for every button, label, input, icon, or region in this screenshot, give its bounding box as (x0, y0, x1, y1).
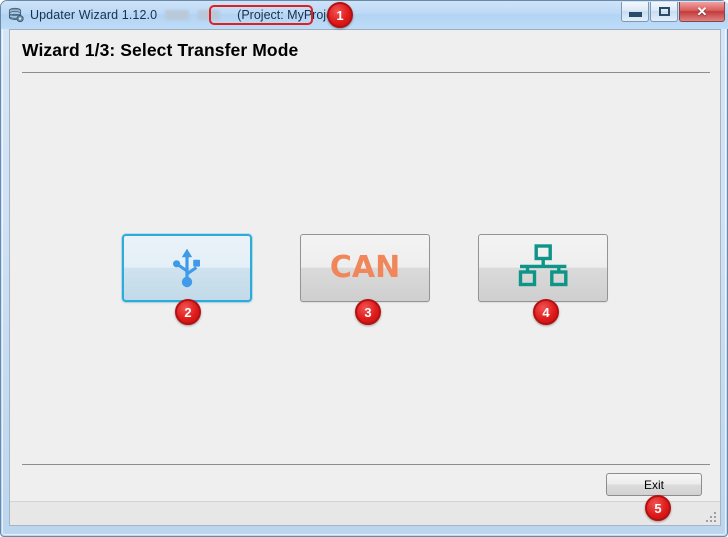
ethernet-mode-button[interactable] (478, 234, 608, 302)
callout-badge-5: 5 (645, 495, 671, 521)
usb-mode-button[interactable] (122, 234, 252, 302)
callout-badge-1: 1 (327, 2, 353, 28)
callout-badge-4: 4 (533, 299, 559, 325)
window-controls: ✕ (620, 2, 725, 22)
redacted-block-2 (198, 10, 221, 20)
callout-badge-2: 2 (175, 299, 201, 325)
callout-badge-3: 3 (355, 299, 381, 325)
page-title: Wizard 1/3: Select Transfer Mode (22, 40, 299, 60)
window-title: Updater Wizard 1.12.0 (30, 8, 158, 22)
can-text-icon: CAN (329, 250, 401, 285)
resize-grip-icon[interactable] (703, 509, 716, 522)
client-area: Wizard 1/3: Select Transfer Mode CAN Exi… (9, 29, 721, 526)
redacted-block-1 (165, 10, 190, 20)
minimize-icon (628, 12, 642, 17)
status-bar (10, 501, 720, 525)
heading-separator (22, 72, 710, 73)
maximize-icon (658, 7, 670, 16)
transfer-mode-group: CAN (10, 234, 720, 306)
application-window: Updater Wizard 1.12.0 (Project: MyProjec… (0, 0, 728, 537)
maximize-button[interactable] (650, 2, 678, 22)
database-gear-icon (8, 7, 24, 23)
footer-separator-top (22, 464, 710, 465)
title-bar[interactable]: Updater Wizard 1.12.0 (Project: MyProjec… (1, 1, 728, 29)
close-icon: ✕ (696, 4, 708, 19)
network-icon (515, 243, 571, 294)
exit-button[interactable]: Exit (606, 473, 702, 496)
minimize-button[interactable] (621, 2, 649, 22)
can-mode-button[interactable]: CAN (300, 234, 430, 302)
close-button[interactable]: ✕ (679, 2, 725, 22)
usb-icon (168, 241, 206, 296)
